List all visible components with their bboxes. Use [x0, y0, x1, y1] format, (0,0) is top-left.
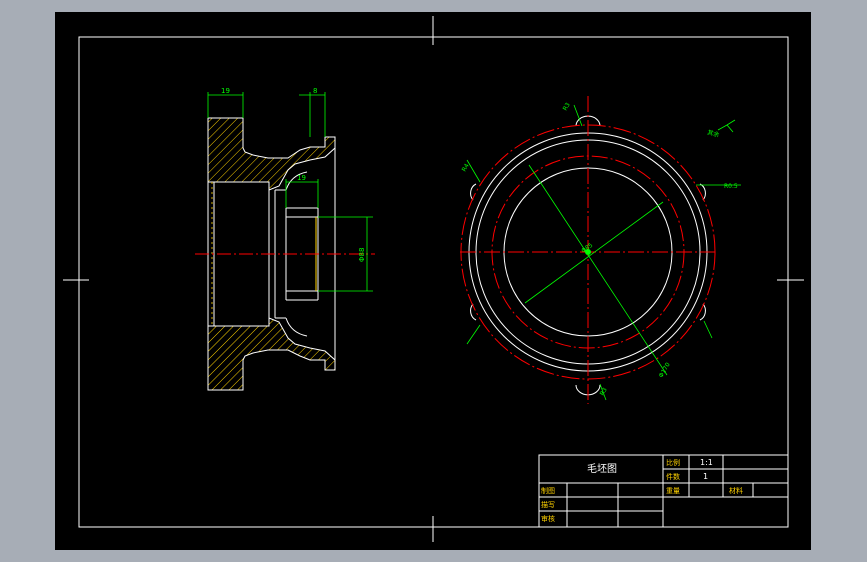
- drawn-label: 制图: [541, 486, 555, 495]
- quantity-value: 1: [703, 472, 708, 481]
- drawing-border: [78, 36, 789, 528]
- dim-rim-width: 8: [313, 87, 317, 95]
- section-hatch-bottom: [207, 317, 336, 391]
- dim-flange-width: 19: [221, 87, 230, 95]
- section-view: 19 8 19 Φ88: [195, 87, 375, 391]
- review-label: 审核: [541, 514, 555, 523]
- section-hatch-top: [207, 117, 336, 191]
- quantity-label: 件数: [666, 472, 680, 481]
- part-name: 毛坯图: [587, 463, 617, 475]
- dim-front-tr: R0.5: [724, 183, 738, 190]
- scale-value: 1:1: [700, 458, 713, 467]
- weight-label: 重量: [666, 487, 680, 495]
- cad-drawing: 19 8 19 Φ88 R0.5 R3 R4 R3 Φ85 Φ170 其余 毛坯…: [63, 16, 804, 542]
- dim-front-top: R3: [562, 101, 572, 112]
- scale-label: 比例: [666, 458, 680, 467]
- drawing-sheet: 19 8 19 Φ88 R0.5 R3 R4 R3 Φ85 Φ170 其余 毛坯…: [55, 12, 811, 550]
- front-view: R0.5 R3 R4 R3 Φ85 Φ170 其余: [460, 96, 741, 404]
- centering-marks: [63, 16, 804, 542]
- dim-front-bottom: R3: [599, 386, 609, 397]
- title-block: [538, 454, 789, 528]
- dim-bore-depth: 19: [297, 174, 306, 182]
- dim-bore-dia: Φ88: [358, 248, 366, 262]
- material-label: 材料: [729, 486, 743, 495]
- design-label: 描写: [541, 500, 555, 509]
